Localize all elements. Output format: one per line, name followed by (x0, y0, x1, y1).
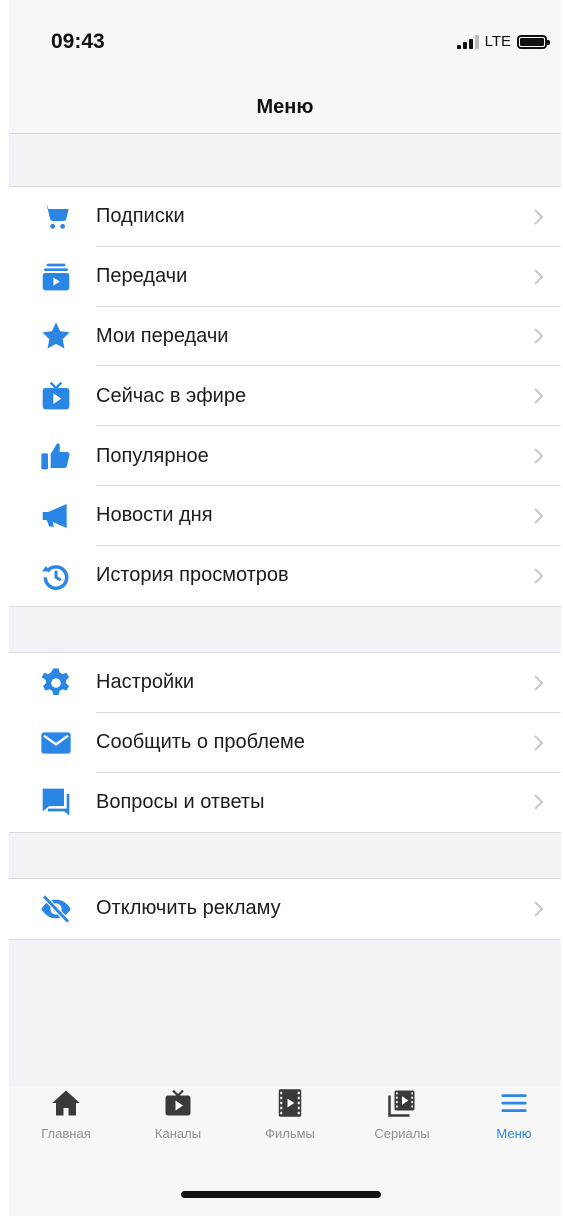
thumbs-up-icon (37, 437, 75, 475)
chevron-right-icon (534, 508, 544, 524)
menu-item-disable-ads[interactable]: Отключить рекламу (9, 879, 561, 939)
menu-group-support: Настройки Сообщить о проблеме Вопросы и … (9, 652, 561, 834)
menu-item-label: Мои передачи (96, 324, 229, 347)
menu-item-popular[interactable]: Популярное (9, 426, 561, 486)
tab-movies[interactable]: Фильмы (235, 1086, 345, 1166)
page-title: Меню (256, 96, 314, 118)
menu-item-faq[interactable]: Вопросы и ответы (9, 773, 561, 833)
chevron-right-icon (534, 734, 544, 751)
menu-item-history[interactable]: История просмотров (9, 546, 561, 606)
megaphone-icon (37, 497, 75, 535)
menu-item-my-shows[interactable]: Мои передачи (9, 307, 561, 367)
tab-label: Каналы (154, 1126, 202, 1141)
menu-item-report-problem[interactable]: Сообщить о проблеме (9, 713, 561, 773)
menu-item-subscriptions[interactable]: Подписки (9, 187, 561, 247)
menu-item-label: Новости дня (96, 504, 213, 527)
series-icon (385, 1086, 419, 1120)
tab-label: Меню (496, 1126, 532, 1141)
menu-item-label: Отключить рекламу (96, 897, 281, 920)
tv-icon (37, 377, 75, 415)
tab-channels[interactable]: Каналы (123, 1086, 233, 1166)
chevron-right-icon (534, 388, 544, 404)
menu-icon (497, 1086, 531, 1120)
signal-icon (456, 34, 479, 49)
menu-item-label: Подписки (96, 205, 185, 228)
history-icon (37, 557, 75, 595)
menu-group-main: Подписки Передачи Мои передачи Сейчас в … (9, 186, 561, 607)
tv-icon (161, 1086, 195, 1120)
star-icon (37, 317, 75, 355)
envelope-icon (37, 724, 75, 762)
chevron-right-icon (534, 268, 544, 285)
menu-item-label: Настройки (96, 671, 195, 694)
status-time: 09:43 (51, 30, 105, 53)
menu-item-settings[interactable]: Настройки (9, 653, 561, 713)
menu-item-label: История просмотров (96, 564, 289, 587)
menu-item-label: Сообщить о проблеме (96, 731, 305, 754)
tab-menu[interactable]: Меню (459, 1086, 561, 1166)
home-icon (49, 1086, 83, 1120)
playlist-icon (37, 258, 75, 296)
screen: 09:43 LTE Меню Подписки Передачи Мои пер… (9, 0, 561, 1216)
menu-item-label: Передачи (96, 265, 188, 288)
status-bar: 09:43 LTE (9, 0, 561, 82)
eye-off-icon (37, 890, 75, 928)
chevron-right-icon (534, 794, 544, 811)
chevron-right-icon (534, 328, 544, 345)
status-indicators: LTE (456, 33, 550, 50)
tab-label: Сериалы (374, 1126, 430, 1141)
chevron-right-icon (534, 209, 544, 225)
menu-item-news[interactable]: Новости дня (9, 486, 561, 546)
network-type: LTE (484, 33, 511, 50)
chevron-right-icon (534, 567, 544, 584)
menu-item-label: Вопросы и ответы (96, 790, 265, 813)
tab-label: Главная (41, 1126, 91, 1141)
chevron-right-icon (534, 448, 544, 464)
chat-icon (37, 783, 75, 821)
navigation-bar: Меню (9, 82, 561, 134)
chevron-right-icon (534, 675, 544, 691)
menu-item-label: Популярное (96, 444, 209, 467)
gear-icon (37, 664, 75, 702)
battery-icon (517, 34, 550, 49)
menu-item-shows[interactable]: Передачи (9, 247, 561, 307)
film-icon (273, 1086, 307, 1120)
tab-label: Фильмы (265, 1126, 315, 1141)
menu-item-label: Сейчас в эфире (96, 384, 247, 407)
cart-icon (37, 198, 75, 236)
menu-item-on-air[interactable]: Сейчас в эфире (9, 366, 561, 427)
tab-home[interactable]: Главная (11, 1086, 121, 1166)
home-indicator[interactable] (181, 1191, 381, 1198)
chevron-right-icon (534, 901, 544, 917)
tab-series[interactable]: Сериалы (347, 1086, 457, 1166)
menu-group-ads: Отключить рекламу (9, 878, 561, 940)
